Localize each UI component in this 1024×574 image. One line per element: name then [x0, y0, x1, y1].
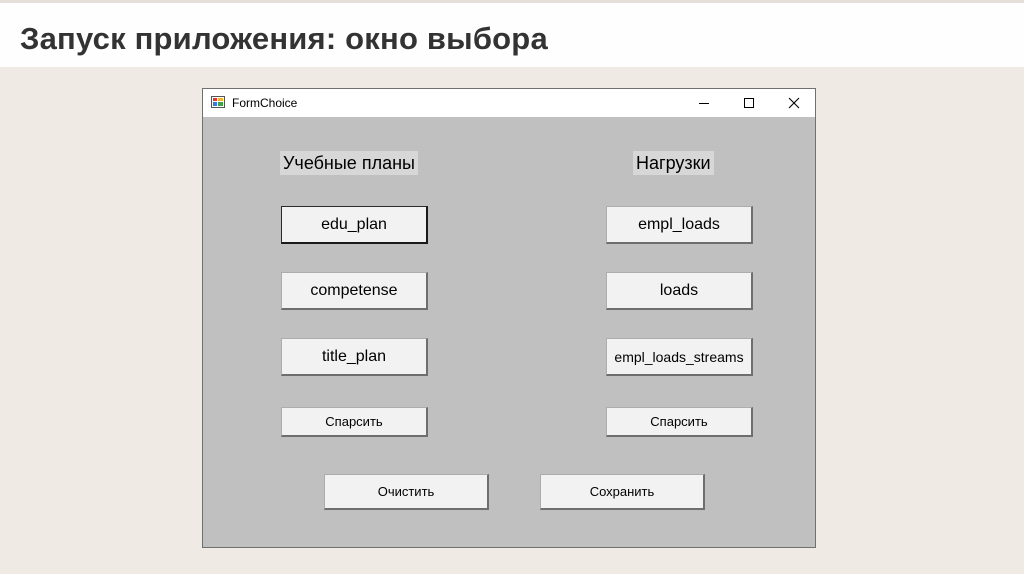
close-icon: [788, 97, 800, 109]
slide-header: Запуск приложения: окно выбора: [0, 0, 1024, 67]
save-button[interactable]: Сохранить: [540, 474, 705, 510]
minimize-icon: [699, 103, 709, 104]
maximize-icon: [744, 98, 754, 108]
maximize-button[interactable]: [726, 89, 772, 117]
window-client-area: Учебные планы Нагрузки edu_plan competen…: [203, 117, 815, 547]
form-choice-window: FormChoice Учебные планы Нагрузки edu_pl…: [202, 88, 816, 548]
minimize-button[interactable]: [681, 89, 727, 117]
loads-button[interactable]: loads: [606, 272, 753, 310]
parse-loads-button[interactable]: Спарсить: [606, 407, 753, 437]
parse-edu-button[interactable]: Спарсить: [281, 407, 428, 437]
slide-title: Запуск приложения: окно выбора: [20, 21, 548, 56]
empl-loads-button[interactable]: empl_loads: [606, 206, 753, 244]
app-icon: [211, 96, 225, 108]
close-button[interactable]: [771, 89, 817, 117]
competense-button[interactable]: competense: [281, 272, 428, 310]
edu-plans-label: Учебные планы: [280, 151, 418, 175]
window-title: FormChoice: [232, 96, 298, 110]
loads-label: Нагрузки: [633, 151, 714, 175]
edu-plan-button[interactable]: edu_plan: [281, 206, 428, 244]
clear-button[interactable]: Очистить: [324, 474, 489, 510]
title-plan-button[interactable]: title_plan: [281, 338, 428, 376]
empl-loads-streams-button[interactable]: empl_loads_streams: [606, 338, 753, 376]
window-titlebar[interactable]: FormChoice: [203, 89, 815, 117]
